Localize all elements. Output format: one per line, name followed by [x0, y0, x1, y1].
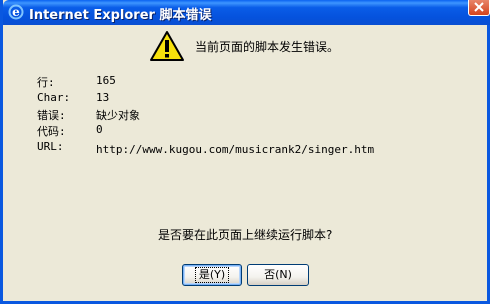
- error-value: 缺少对象: [96, 109, 140, 122]
- char-value: 13: [96, 91, 110, 104]
- char-label: Char:: [37, 91, 71, 104]
- title-bar[interactable]: e Internet Explorer 脚本错误: [3, 0, 490, 25]
- svg-text:e: e: [12, 5, 20, 19]
- warning-icon: [150, 31, 184, 61]
- yes-button[interactable]: 是(Y): [182, 264, 242, 286]
- script-error-dialog: e Internet Explorer 脚本错误 当前页面的脚本发生错误。 行:…: [0, 0, 490, 304]
- no-button-label: 否(N): [264, 268, 292, 281]
- url-label: URL:: [37, 140, 64, 153]
- yes-button-label: 是(Y): [194, 267, 230, 283]
- url-value: http://www.kugou.com/musicrank2/singer.h…: [96, 143, 375, 156]
- code-label: 代码:: [37, 125, 66, 138]
- error-headline: 当前页面的脚本发生错误。: [195, 40, 340, 54]
- ie-icon: e: [8, 4, 24, 20]
- no-button[interactable]: 否(N): [247, 264, 309, 286]
- continue-prompt: 是否要在此页面上继续运行脚本?: [158, 228, 333, 242]
- close-button[interactable]: [468, 0, 490, 16]
- line-label: 行:: [37, 76, 55, 89]
- error-label: 错误:: [37, 109, 66, 122]
- code-value: 0: [96, 123, 103, 136]
- window-title: Internet Explorer 脚本错误: [29, 8, 212, 23]
- close-icon: [474, 2, 484, 12]
- line-value: 165: [96, 74, 116, 87]
